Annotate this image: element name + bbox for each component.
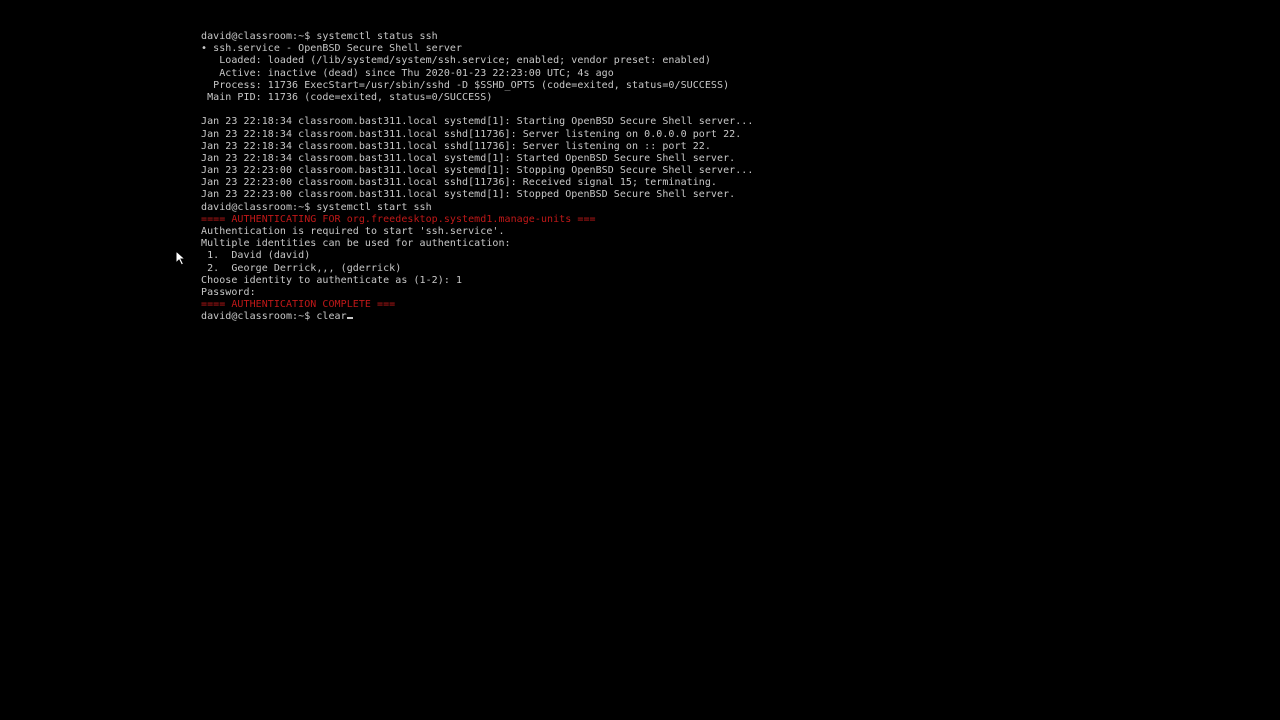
auth-required-line: Authentication is required to start 'ssh… bbox=[201, 226, 505, 237]
service-active-line: Active: inactive (dead) since Thu 2020-0… bbox=[201, 67, 614, 79]
password-prompt-line: Password: bbox=[201, 286, 256, 298]
choose-identity-line: Choose identity to authenticate as (1-2)… bbox=[201, 274, 463, 286]
command-input[interactable]: clear bbox=[316, 311, 346, 322]
journal-line: Jan 23 22:18:34 classroom.bast311.local … bbox=[201, 128, 742, 140]
terminal-output: david@classroom:~$ systemctl status ssh … bbox=[201, 31, 1261, 324]
journal-line: Jan 23 22:18:34 classroom.bast311.local … bbox=[201, 152, 736, 164]
service-process-line: Process: 11736 ExecStart=/usr/sbin/sshd … bbox=[201, 79, 730, 91]
auth-banner-line: ==== AUTHENTICATING FOR org.freedesktop.… bbox=[201, 213, 596, 225]
text-cursor bbox=[346, 317, 353, 320]
auth-complete-line: ==== AUTHENTICATION COMPLETE === bbox=[201, 299, 396, 311]
status-command-line: david@classroom:~$ systemctl status ssh bbox=[201, 31, 438, 42]
service-unit-line: • ssh.service - OpenBSD Secure Shell ser… bbox=[201, 43, 463, 55]
journal-line: Jan 23 22:18:34 classroom.bast311.local … bbox=[201, 140, 711, 152]
shell-prompt: david@classroom:~$ bbox=[201, 311, 317, 323]
tty-console-screen[interactable]: david@classroom:~$ systemctl status ssh … bbox=[0, 0, 1280, 720]
multiple-identities-line: Multiple identities can be used for auth… bbox=[201, 238, 511, 250]
journal-line: Jan 23 22:18:34 classroom.bast311.local … bbox=[201, 116, 754, 128]
current-command-line[interactable]: david@classroom:~$ clear bbox=[201, 311, 1261, 323]
journal-line: Jan 23 22:23:00 classroom.bast311.local … bbox=[201, 177, 717, 189]
mouse-pointer-icon bbox=[175, 250, 187, 266]
journal-line: Jan 23 22:23:00 classroom.bast311.local … bbox=[201, 189, 736, 201]
identity-option-2: 2. George Derrick,,, (gderrick) bbox=[201, 262, 402, 274]
service-loaded-line: Loaded: loaded (/lib/systemd/system/ssh.… bbox=[201, 55, 711, 67]
journal-line: Jan 23 22:23:00 classroom.bast311.local … bbox=[201, 165, 754, 177]
service-main-pid-line: Main PID: 11736 (code=exited, status=0/S… bbox=[201, 91, 493, 103]
identity-option-1: 1. David (david) bbox=[201, 250, 311, 262]
start-command-line: david@classroom:~$ systemctl start ssh bbox=[201, 201, 432, 213]
